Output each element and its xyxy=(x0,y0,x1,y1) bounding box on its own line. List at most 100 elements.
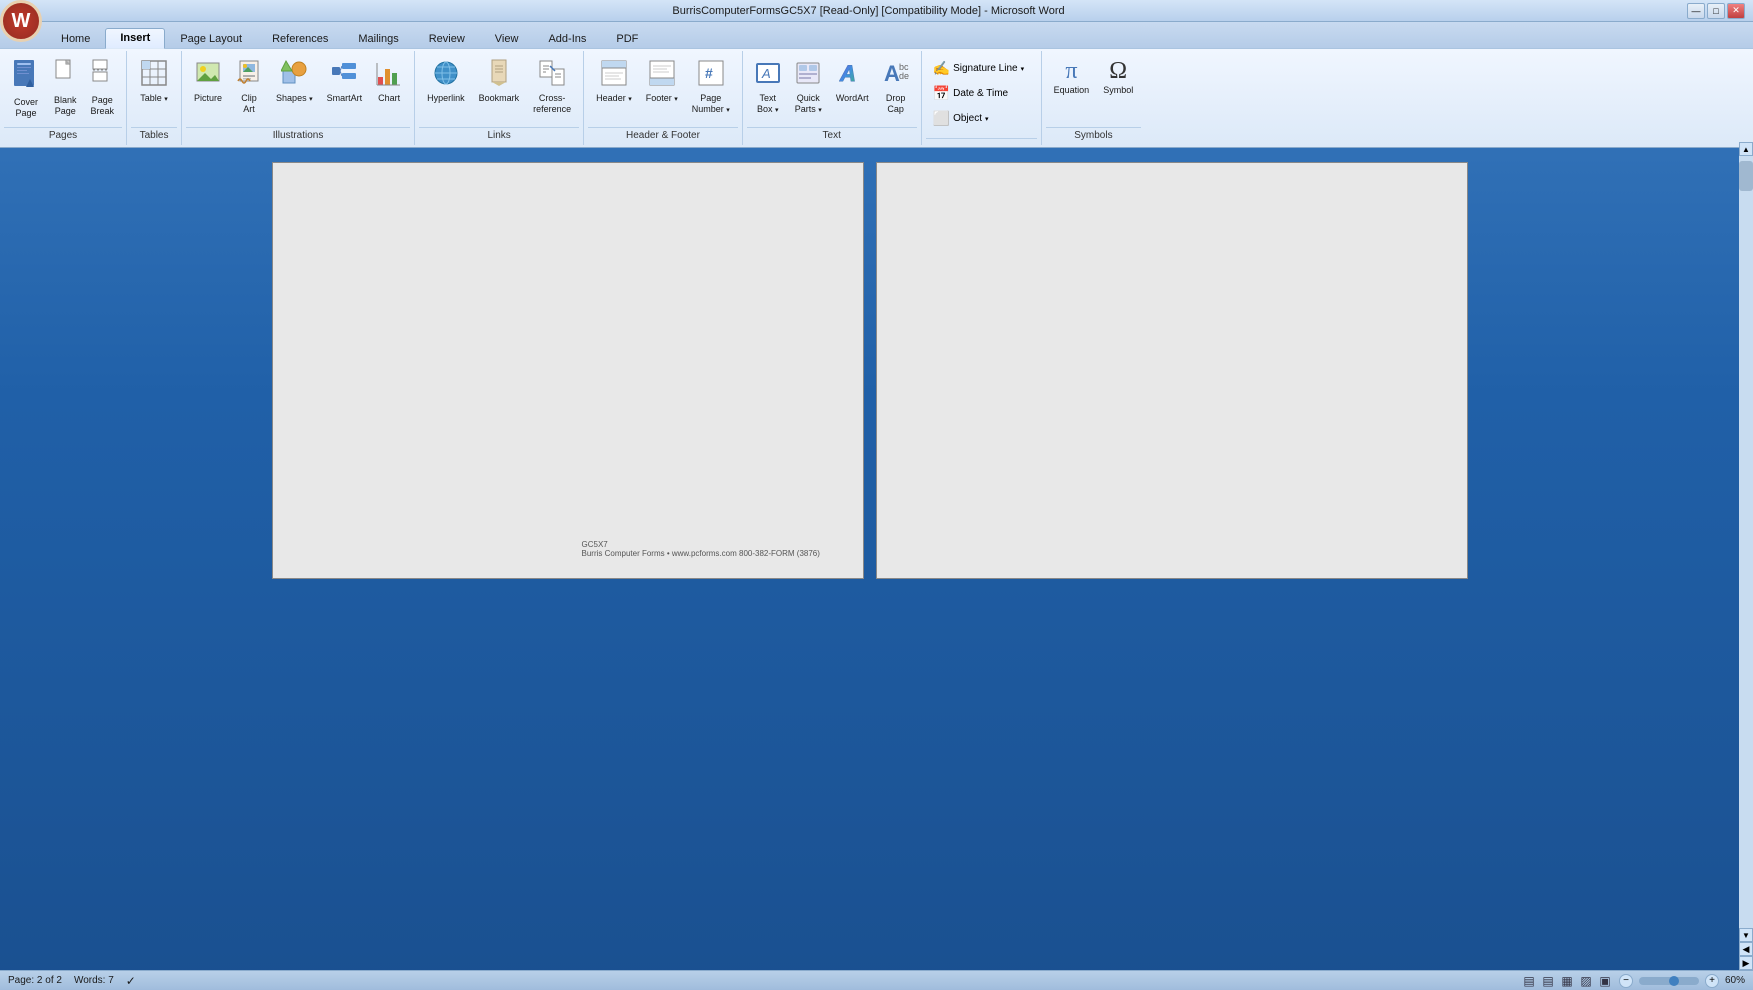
wordart-button[interactable]: A A WordArt xyxy=(830,55,875,108)
zoom-out-button[interactable]: − xyxy=(1619,974,1633,988)
equation-icon: π xyxy=(1065,59,1077,83)
text-box-button[interactable]: A TextBox ▾ xyxy=(749,55,787,119)
draft-icon[interactable]: ▣ xyxy=(1597,973,1613,989)
quick-parts-button[interactable]: QuickParts ▾ xyxy=(789,55,828,119)
quick-parts-icon xyxy=(795,59,821,91)
page-number-button[interactable]: # PageNumber ▾ xyxy=(686,55,736,119)
close-button[interactable]: ✕ xyxy=(1727,3,1745,19)
page-spread-right xyxy=(876,162,1468,579)
smartart-label: SmartArt xyxy=(327,93,363,104)
svg-text:A: A xyxy=(839,61,856,86)
page-number-label: PageNumber ▾ xyxy=(692,93,730,115)
footer-button[interactable]: Footer ▾ xyxy=(640,55,684,108)
vertical-scrollbar[interactable]: ▲ ▼ ◀ ▶ xyxy=(1739,142,1753,970)
maximize-button[interactable]: □ xyxy=(1707,3,1725,19)
hyperlink-button[interactable]: Hyperlink xyxy=(421,55,471,108)
bookmark-label: Bookmark xyxy=(479,93,520,104)
scroll-down-arrow[interactable]: ▼ xyxy=(1739,928,1753,942)
title-bar: BurrisComputerFormsGC5X7 [Read-Only] [Co… xyxy=(0,0,1753,22)
tables-group-label: Tables xyxy=(131,127,177,143)
signature-icon: ✍ xyxy=(933,60,950,77)
table-button[interactable]: Table ▾ xyxy=(134,55,174,108)
blank-page-button[interactable]: BlankPage xyxy=(48,55,83,121)
tab-pdf[interactable]: PDF xyxy=(601,29,653,48)
smartart-button[interactable]: SmartArt xyxy=(321,55,369,108)
picture-icon xyxy=(195,59,221,91)
footer-label: Footer ▾ xyxy=(646,93,678,104)
cross-reference-icon xyxy=(538,59,566,91)
shapes-button[interactable]: Shapes ▾ xyxy=(270,55,319,108)
date-time-button[interactable]: 📅 Date & Time xyxy=(928,82,1013,105)
page-number-icon: # xyxy=(698,59,724,91)
drop-cap-label: DropCap xyxy=(886,93,906,115)
document-page-4[interactable] xyxy=(1172,163,1467,578)
object-label: Object xyxy=(953,113,982,124)
date-time-icon: 📅 xyxy=(933,85,950,102)
chart-label: Chart xyxy=(378,93,400,104)
equation-button[interactable]: π Equation xyxy=(1048,55,1096,100)
group-links: Hyperlink Bookmark xyxy=(415,51,584,145)
outline-icon[interactable]: ▨ xyxy=(1578,973,1594,989)
document-page-2[interactable]: GC5X7 Burris Computer Forms • www.pcform… xyxy=(568,163,863,578)
group-header-footer: Header ▾ Footer ▾ xyxy=(584,51,743,145)
cover-page-button[interactable]: CoverPage xyxy=(6,55,46,123)
bookmark-button[interactable]: Bookmark xyxy=(473,55,526,108)
scroll-up-arrow[interactable]: ▲ xyxy=(1739,142,1753,156)
cross-reference-label: Cross-reference xyxy=(533,93,571,115)
drop-cap-button[interactable]: A bc de DropCap xyxy=(877,55,915,119)
document-page-3[interactable] xyxy=(877,163,1172,578)
scroll-track[interactable] xyxy=(1739,156,1753,928)
symbol-button[interactable]: Ω Symbol xyxy=(1097,55,1139,100)
group-illustrations: Picture ClipArt xyxy=(182,51,415,145)
table-label: Table ▾ xyxy=(140,93,168,104)
clip-art-button[interactable]: ClipArt xyxy=(230,55,268,119)
picture-button[interactable]: Picture xyxy=(188,55,228,108)
document-page-1[interactable] xyxy=(273,163,568,578)
header-button[interactable]: Header ▾ xyxy=(590,55,638,108)
tab-mailings[interactable]: Mailings xyxy=(343,29,413,48)
cover-page-icon xyxy=(12,59,40,95)
page-break-button[interactable]: PageBreak xyxy=(85,55,121,121)
window-controls: — □ ✕ xyxy=(1687,3,1745,19)
object-button[interactable]: ⬜ Object ▾ xyxy=(928,107,994,130)
web-layout-icon[interactable]: ▦ xyxy=(1559,973,1575,989)
tab-home[interactable]: Home xyxy=(46,29,105,48)
header-icon xyxy=(601,59,627,91)
minimize-button[interactable]: — xyxy=(1687,3,1705,19)
full-screen-icon[interactable]: ▤ xyxy=(1540,973,1556,989)
pages-group-label: Pages xyxy=(4,127,122,143)
links-group-label: Links xyxy=(419,127,579,143)
tab-references[interactable]: References xyxy=(257,29,343,48)
cross-reference-button[interactable]: Cross-reference xyxy=(527,55,577,119)
quick-parts-label: QuickParts ▾ xyxy=(795,93,822,115)
chart-button[interactable]: Chart xyxy=(370,55,408,108)
header-label: Header ▾ xyxy=(596,93,632,104)
wordart-label: WordArt xyxy=(836,93,869,104)
signature-line-label: Signature Line xyxy=(953,63,1018,74)
document-canvas: GC5X7 Burris Computer Forms • www.pcform… xyxy=(0,142,1739,970)
text-group-label: Text xyxy=(747,127,917,143)
header-footer-group-label: Header & Footer xyxy=(588,127,738,143)
hyperlink-icon xyxy=(432,59,460,91)
tab-insert[interactable]: Insert xyxy=(105,28,165,49)
tab-page-layout[interactable]: Page Layout xyxy=(165,29,257,48)
signature-dropdown-arrow: ▾ xyxy=(1021,65,1025,73)
bookmark-icon xyxy=(488,59,510,91)
scroll-next-arrow[interactable]: ▶ xyxy=(1739,956,1753,970)
object-dropdown-arrow: ▾ xyxy=(985,115,989,123)
tab-add-ins[interactable]: Add-Ins xyxy=(533,29,601,48)
scroll-prev-arrow[interactable]: ◀ xyxy=(1739,942,1753,956)
signature-line-button[interactable]: ✍ Signature Line ▾ xyxy=(928,57,1029,80)
group-symbols: π Equation Ω Symbol Symbols xyxy=(1042,51,1146,145)
tab-review[interactable]: Review xyxy=(414,29,480,48)
zoom-slider[interactable] xyxy=(1639,977,1699,985)
zoom-in-button[interactable]: + xyxy=(1705,974,1719,988)
spell-check-icon[interactable]: ✓ xyxy=(126,974,136,988)
office-button[interactable]: W xyxy=(0,0,42,42)
blank-page-icon xyxy=(54,59,76,93)
tab-view[interactable]: View xyxy=(480,29,534,48)
cover-page-label: CoverPage xyxy=(14,97,38,119)
footer-icon xyxy=(649,59,675,91)
picture-label: Picture xyxy=(194,93,222,104)
print-layout-icon[interactable]: ▤ xyxy=(1521,973,1537,989)
